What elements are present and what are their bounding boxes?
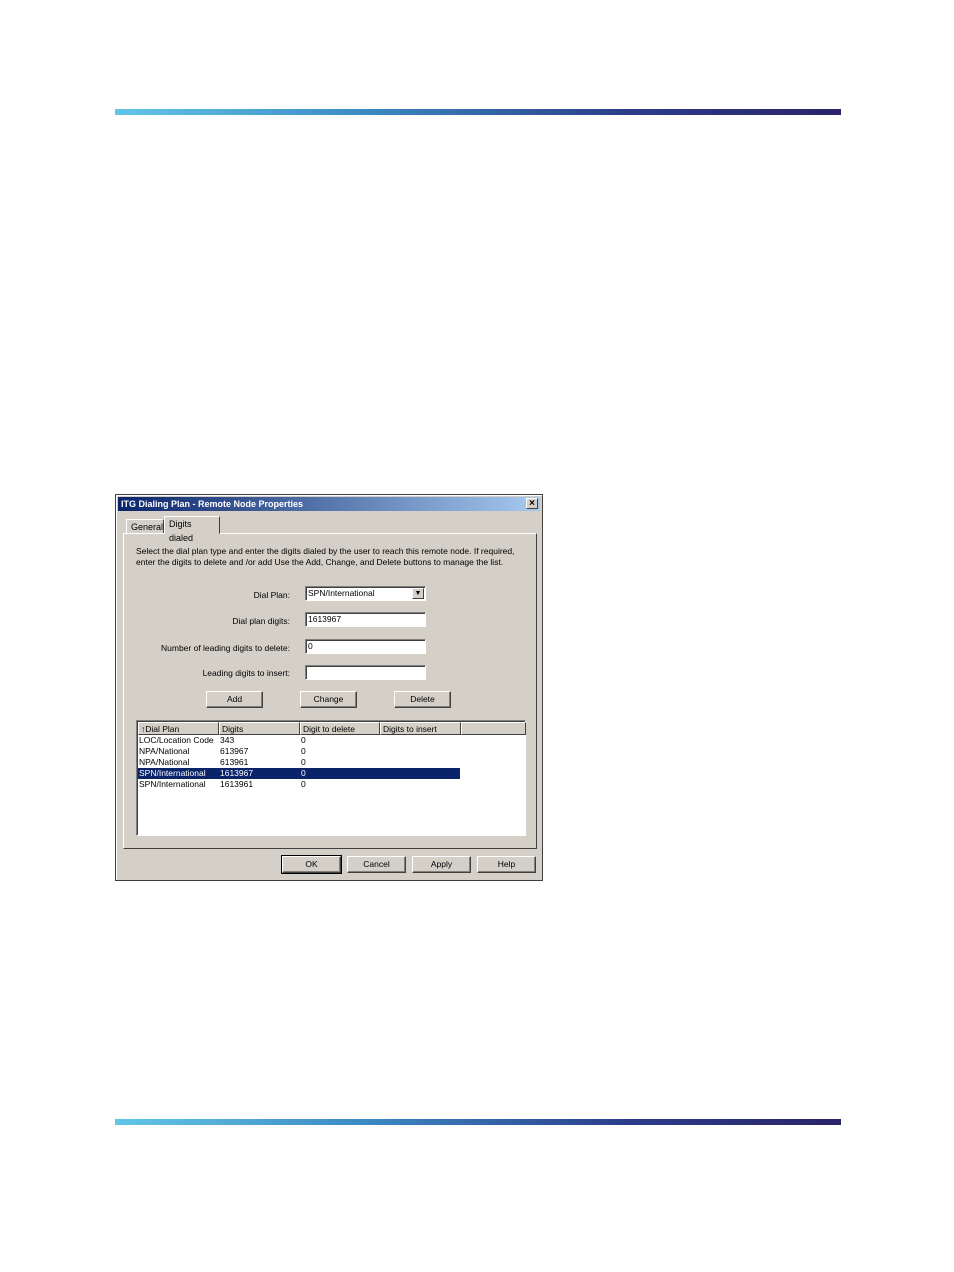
ok-button[interactable]: OK xyxy=(281,855,342,874)
table-row[interactable]: SPN/International 1613961 0 xyxy=(138,779,460,790)
apply-button[interactable]: Apply xyxy=(412,856,471,873)
close-icon: × xyxy=(529,498,535,509)
cell-digits: 613967 xyxy=(220,746,249,756)
cell-dial-plan: LOC/Location Code xyxy=(139,735,214,745)
column-header-digits[interactable]: Digits xyxy=(219,722,300,735)
table-row[interactable]: NPA/National 613961 0 xyxy=(138,757,460,768)
dialog-title: ITG Dialing Plan - Remote Node Propertie… xyxy=(121,499,304,509)
dial-plan-digits-label: Dial plan digits: xyxy=(232,616,290,626)
dial-plan-label: Dial Plan: xyxy=(253,590,290,600)
remote-node-properties-dialog: ITG Dialing Plan - Remote Node Propertie… xyxy=(115,494,543,881)
table-row[interactable]: NPA/National 613967 0 xyxy=(138,746,460,757)
help-button[interactable]: Help xyxy=(477,856,536,873)
dialog-titlebar[interactable]: ITG Dialing Plan - Remote Node Propertie… xyxy=(118,497,540,511)
leading-insert-input[interactable] xyxy=(305,665,426,680)
cancel-button[interactable]: Cancel xyxy=(347,856,406,873)
cell-digit-to-delete: 0 xyxy=(301,735,306,745)
digits-dialed-panel: Select the dial plan type and enter the … xyxy=(123,533,537,849)
cell-dial-plan: SPN/International xyxy=(139,779,206,789)
close-button[interactable]: × xyxy=(526,498,538,509)
column-header-filler xyxy=(461,722,526,735)
column-header-digit-to-delete[interactable]: Digit to delete xyxy=(300,722,380,735)
cell-digit-to-delete: 0 xyxy=(301,768,306,778)
column-header-dial-plan[interactable]: ↑Dial Plan xyxy=(138,722,219,735)
list-header: ↑Dial Plan Digits Digit to delete Digits… xyxy=(138,722,526,735)
table-row[interactable]: LOC/Location Code 343 0 xyxy=(138,735,460,746)
cell-digits: 613961 xyxy=(220,757,249,767)
table-row-selected[interactable]: SPN/International 1613967 0 xyxy=(138,768,460,779)
cell-digit-to-delete: 0 xyxy=(301,746,306,756)
intro-text: Select the dial plan type and enter the … xyxy=(136,546,515,567)
dial-plan-digits-input[interactable]: 1613967 xyxy=(305,612,426,627)
dial-plan-list[interactable]: ↑Dial Plan Digits Digit to delete Digits… xyxy=(136,720,526,836)
tab-digits-dialed[interactable]: Digits dialed xyxy=(164,516,220,543)
chevron-down-icon[interactable]: ▼ xyxy=(412,588,424,599)
cell-dial-plan: NPA/National xyxy=(139,757,190,767)
cell-dial-plan: NPA/National xyxy=(139,746,190,756)
delete-button[interactable]: Delete xyxy=(394,691,451,708)
bottom-decorative-bar xyxy=(115,1119,841,1125)
leading-delete-input[interactable]: 0 xyxy=(305,639,426,654)
cell-digit-to-delete: 0 xyxy=(301,757,306,767)
cell-digits: 343 xyxy=(220,735,235,745)
cell-digits: 1613967 xyxy=(220,768,254,778)
change-button[interactable]: Change xyxy=(300,691,357,708)
top-decorative-bar xyxy=(115,109,841,115)
cell-dial-plan: SPN/International xyxy=(139,768,206,778)
leading-delete-label: Number of leading digits to delete: xyxy=(161,643,290,653)
cell-digits: 1613961 xyxy=(220,779,254,789)
dial-plan-select[interactable]: SPN/International ▼ xyxy=(305,586,426,601)
leading-insert-label: Leading digits to insert: xyxy=(202,668,290,678)
column-header-digits-to-insert[interactable]: Digits to insert xyxy=(380,722,461,735)
cell-digit-to-delete: 0 xyxy=(301,779,306,789)
tab-general[interactable]: General xyxy=(126,519,164,534)
dial-plan-value: SPN/International xyxy=(308,588,375,598)
add-button[interactable]: Add xyxy=(206,691,263,708)
